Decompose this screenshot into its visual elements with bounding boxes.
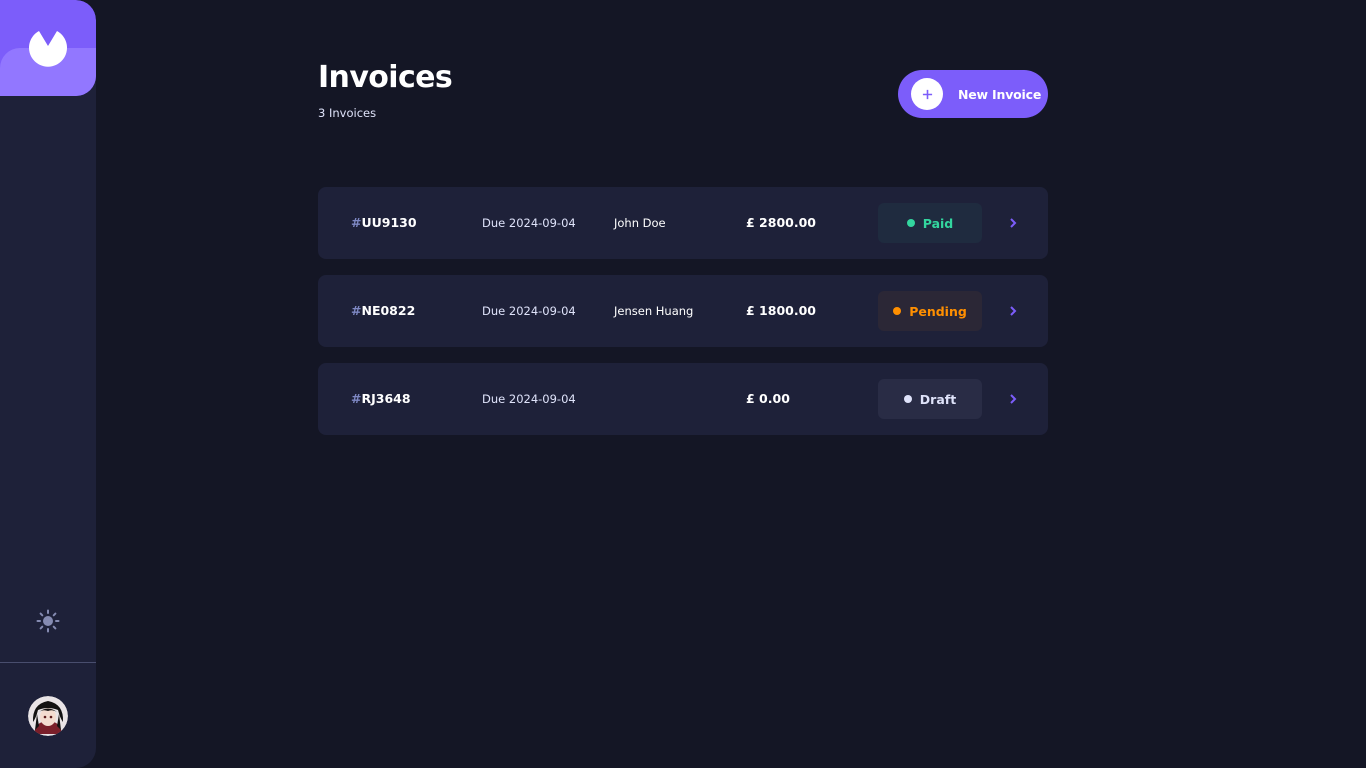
invoice-amount: £ 1800.00	[746, 303, 816, 318]
page-header: Invoices 3 Invoices New Invoice	[318, 0, 1048, 150]
chevron-right-icon[interactable]	[1008, 392, 1018, 406]
avatar[interactable]	[28, 696, 68, 736]
logo-icon	[29, 31, 67, 67]
main-content: Invoices 3 Invoices New Invoice #UU9130 …	[318, 0, 1048, 435]
sidebar	[0, 0, 96, 768]
invoice-count: 3 Invoices	[318, 106, 377, 120]
new-invoice-button[interactable]: New Invoice	[898, 70, 1048, 118]
invoice-id: #NE0822	[351, 303, 416, 318]
invoice-list: #UU9130 Due 2024-09-04 John Doe £ 2800.0…	[318, 187, 1048, 451]
status-badge: Draft	[878, 379, 982, 419]
status-dot	[893, 307, 902, 315]
status-dot	[906, 219, 915, 227]
invoice-id: #UU9130	[351, 215, 417, 230]
status-label: Paid	[922, 215, 954, 231]
sun-icon[interactable]	[36, 609, 60, 633]
invoice-due-date: Due 2024-09-04	[482, 216, 576, 230]
status-badge: Pending	[878, 291, 982, 331]
plus-icon	[911, 78, 943, 110]
status-badge: Paid	[878, 203, 982, 243]
page-title: Invoices	[318, 60, 453, 95]
chevron-right-icon[interactable]	[1008, 304, 1018, 318]
invoice-client-name: John Doe	[614, 216, 666, 230]
avatar-image	[28, 696, 68, 736]
invoice-due-date: Due 2024-09-04	[482, 304, 576, 318]
sidebar-divider	[0, 662, 96, 663]
logo[interactable]	[0, 0, 96, 96]
status-dot	[903, 395, 912, 403]
invoice-amount: £ 2800.00	[746, 215, 816, 230]
invoice-client-name: Jensen Huang	[614, 304, 694, 318]
chevron-right-icon[interactable]	[1008, 216, 1018, 230]
invoice-id: #RJ3648	[351, 391, 411, 406]
new-invoice-label: New Invoice	[958, 86, 1042, 102]
invoice-due-date: Due 2024-09-04	[482, 392, 576, 406]
status-label: Draft	[919, 391, 957, 407]
invoice-row-ne0822[interactable]: #NE0822 Due 2024-09-04 Jensen Huang £ 18…	[318, 275, 1048, 347]
invoice-row-uu9130[interactable]: #UU9130 Due 2024-09-04 John Doe £ 2800.0…	[318, 187, 1048, 259]
status-label: Pending	[909, 303, 967, 319]
invoice-amount: £ 0.00	[746, 391, 790, 406]
invoice-row-rj3648[interactable]: #RJ3648 Due 2024-09-04 £ 0.00 Draft	[318, 363, 1048, 435]
